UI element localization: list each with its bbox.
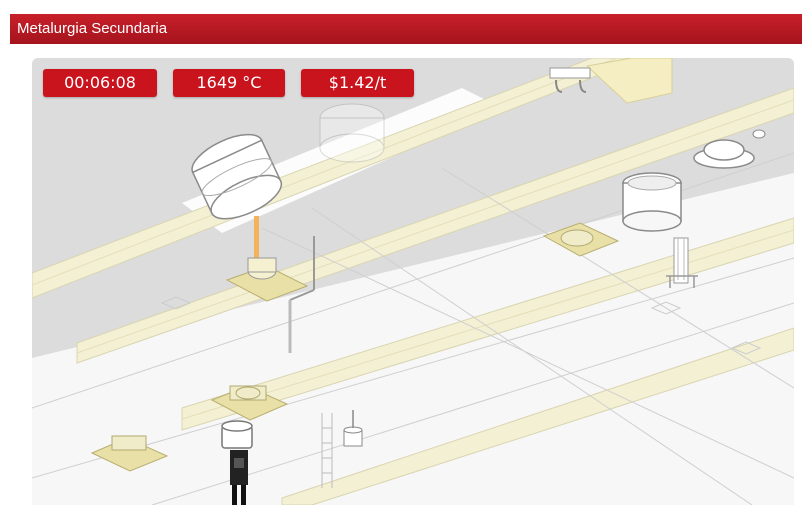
cost-value: $1.42/t <box>328 73 387 92</box>
window-title: Metalurgia Secundaria <box>17 20 168 37</box>
empty-ladle-icon[interactable] <box>622 172 682 232</box>
plant-view[interactable] <box>32 58 794 505</box>
window-title-bar: Metalurgia Secundaria <box>10 14 802 44</box>
temperature-display: 1649 °C <box>173 69 285 97</box>
converter-ghost <box>319 103 385 163</box>
cost-display: $1.42/t <box>301 69 414 97</box>
timer-display: 00:06:08 <box>43 69 157 97</box>
temperature-value: 1649 °C <box>196 73 262 92</box>
timer-value: 00:06:08 <box>64 73 136 92</box>
plant-scene <box>32 58 794 505</box>
